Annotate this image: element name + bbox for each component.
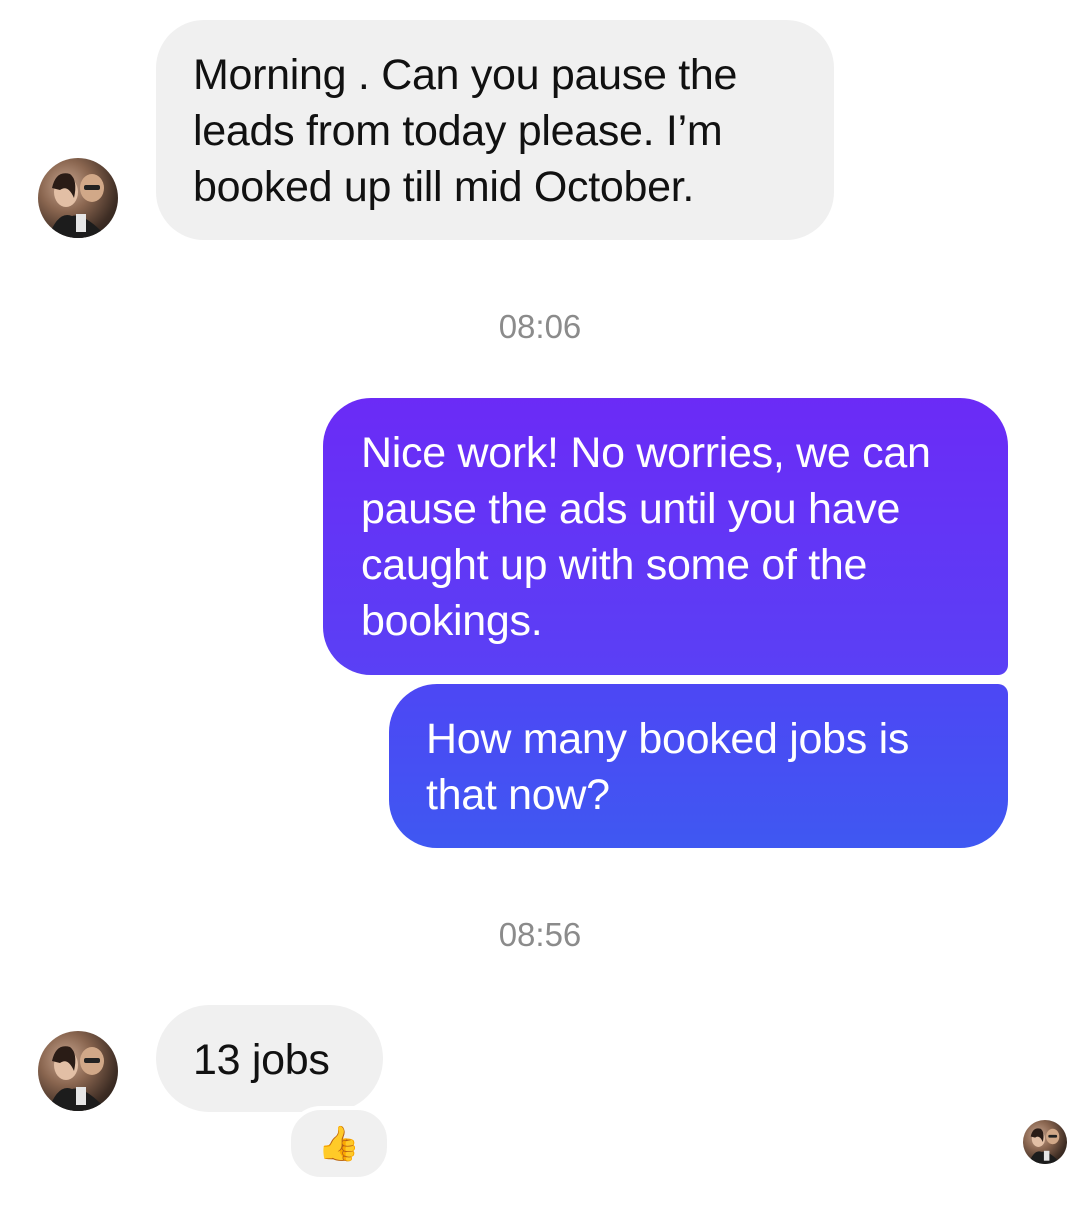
contact-photo-icon	[48, 173, 108, 238]
message-text: How many booked jobs is that now?	[426, 715, 910, 819]
reaction-badge[interactable]: 👍	[287, 1106, 391, 1181]
message-bubble-outgoing[interactable]: How many booked jobs is that now?	[389, 684, 1008, 848]
thumbs-up-icon: 👍	[317, 1124, 361, 1163]
message-bubble-outgoing[interactable]: Nice work! No worries, we can pause the …	[323, 398, 1008, 675]
message-text: 13 jobs	[193, 1036, 330, 1084]
message-timestamp: 08:06	[498, 308, 582, 345]
read-receipt-avatar	[1023, 1120, 1067, 1164]
contact-avatar[interactable]	[38, 158, 118, 238]
message-text: Morning . Can you pause the leads from t…	[193, 51, 738, 211]
contact-photo-icon	[1028, 1128, 1062, 1164]
message-text: Nice work! No worries, we can pause the …	[361, 429, 931, 645]
message-timestamp: 08:56	[498, 916, 582, 953]
message-bubble-incoming[interactable]: 13 jobs	[156, 1005, 383, 1112]
contact-photo-icon	[48, 1046, 108, 1111]
contact-avatar[interactable]	[38, 1031, 118, 1111]
message-bubble-incoming[interactable]: Morning . Can you pause the leads from t…	[156, 20, 834, 240]
